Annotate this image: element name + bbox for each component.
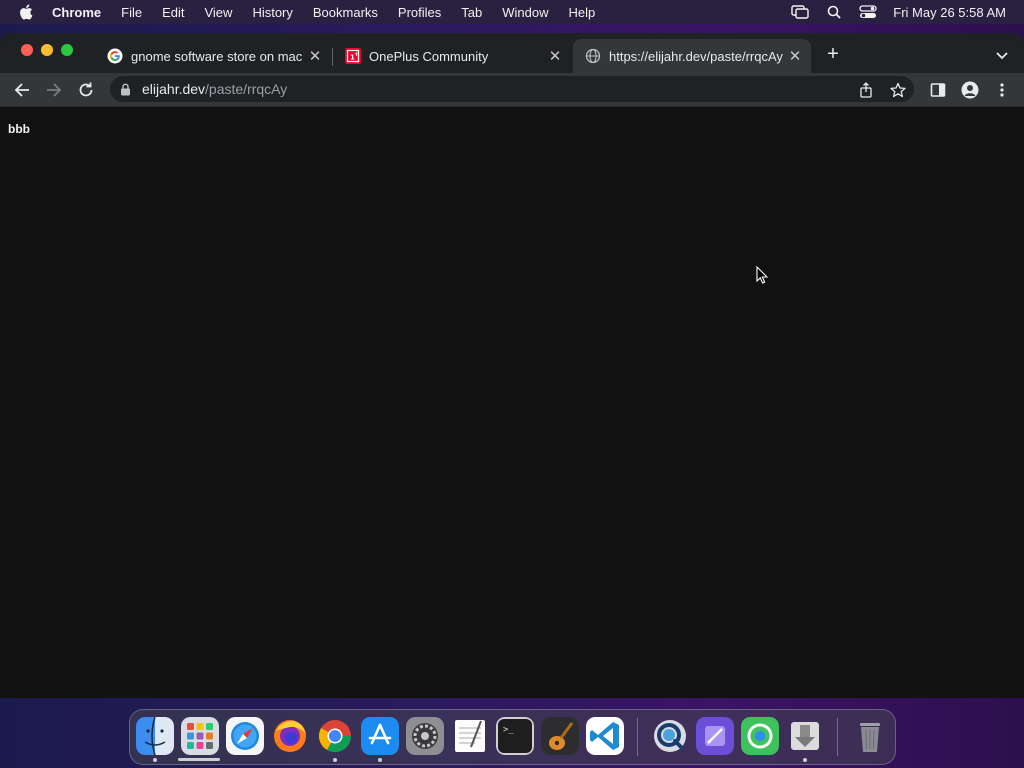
mouse-pointer-icon (756, 265, 769, 289)
tab-close-icon[interactable]: ✕ (305, 47, 325, 65)
menu-history[interactable]: History (242, 0, 302, 24)
tab-title: gnome software store on mac (131, 48, 303, 64)
firefox-icon[interactable] (271, 717, 309, 755)
screen-mirroring-icon[interactable] (783, 5, 817, 19)
tab-title: OnePlus Community (369, 48, 489, 64)
google-icon (107, 48, 123, 64)
dock-separator (637, 718, 638, 756)
tab-strip: gnome software store on mac ✕ 1 + OnePlus… (0, 33, 1024, 73)
tab-search-chevron-icon[interactable] (992, 45, 1012, 65)
browser-window: gnome software store on mac ✕ 1 + OnePlus… (0, 33, 1024, 698)
address-bar[interactable]: elijahr.dev/paste/rrqcAy (110, 76, 914, 102)
finder-icon[interactable] (136, 717, 174, 755)
browser-toolbar: elijahr.dev/paste/rrqcAy (0, 73, 1024, 107)
close-window-button[interactable] (21, 44, 33, 56)
menubar: Chrome File Edit View History Bookmarks … (0, 0, 1024, 24)
reload-icon[interactable] (75, 79, 97, 101)
apple-menu-icon[interactable] (0, 4, 52, 20)
svg-text:+: + (354, 51, 359, 58)
menu-app-name[interactable]: Chrome (52, 0, 111, 24)
quicktime-icon[interactable] (651, 717, 689, 755)
side-panel-icon[interactable] (927, 79, 949, 101)
forward-arrow-icon[interactable] (43, 79, 65, 101)
running-indicator-dot (803, 758, 807, 762)
installer-icon[interactable] (786, 717, 824, 755)
garageband-icon[interactable] (541, 717, 579, 755)
tab-close-icon[interactable]: ✕ (785, 47, 805, 65)
running-indicator-dot (378, 758, 382, 762)
textedit-icon[interactable] (451, 717, 489, 755)
launchpad-icon[interactable] (181, 717, 219, 755)
find-my-icon[interactable] (741, 717, 779, 755)
running-indicator-dot (333, 758, 337, 762)
svg-text:>_: >_ (503, 725, 514, 735)
share-icon[interactable] (855, 79, 877, 101)
menu-view[interactable]: View (194, 0, 242, 24)
menu-tab[interactable]: Tab (451, 0, 492, 24)
spotlight-search-icon[interactable] (817, 5, 851, 19)
menubar-clock[interactable]: Fri May 26 5:58 AM (885, 5, 1024, 20)
page-content: bbb (0, 107, 1024, 698)
tab-title: https://elijahr.dev/paste/rrqcAy (609, 48, 783, 64)
new-tab-plus-icon[interactable]: + (822, 43, 844, 65)
chrome-menu-kebab-icon[interactable] (991, 79, 1013, 101)
menu-profiles[interactable]: Profiles (388, 0, 451, 24)
back-arrow-icon[interactable] (11, 79, 33, 101)
lock-icon[interactable] (120, 83, 136, 96)
menu-file[interactable]: File (111, 0, 152, 24)
minimize-window-button[interactable] (41, 44, 53, 56)
url-host: elijahr.dev (142, 81, 206, 97)
url-path: /paste/rrqcAy (205, 81, 288, 97)
tab-elijahr-paste[interactable]: https://elijahr.dev/paste/rrqcAy ✕ (573, 39, 811, 73)
profile-avatar-icon[interactable] (959, 79, 981, 101)
app-store-icon[interactable] (361, 717, 399, 755)
system-preferences-icon[interactable] (406, 717, 444, 755)
menu-help[interactable]: Help (559, 0, 606, 24)
trash-icon[interactable] (851, 717, 889, 755)
dock-separator (837, 718, 838, 756)
tab-google-search[interactable]: gnome software store on mac ✕ (95, 39, 331, 73)
menu-edit[interactable]: Edit (152, 0, 194, 24)
chrome-icon[interactable] (316, 717, 354, 755)
safari-icon[interactable] (226, 717, 264, 755)
control-center-icon[interactable] (851, 5, 885, 19)
tab-oneplus-community[interactable]: 1 + OnePlus Community ✕ (333, 39, 571, 73)
paste-text: bbb (8, 122, 30, 136)
fullscreen-window-button[interactable] (61, 44, 73, 56)
globe-icon (585, 48, 601, 64)
dock-scroll-indicator (178, 758, 220, 761)
tab-close-icon[interactable]: ✕ (545, 47, 565, 65)
menu-bookmarks[interactable]: Bookmarks (303, 0, 388, 24)
oneplus-icon: 1 + (345, 48, 361, 64)
terminal-icon[interactable]: >_ (496, 717, 534, 755)
bookmark-star-icon[interactable] (887, 79, 909, 101)
running-indicator-dot (153, 758, 157, 762)
menu-window[interactable]: Window (492, 0, 558, 24)
xcode-icon[interactable] (696, 717, 734, 755)
vscode-icon[interactable] (586, 717, 624, 755)
dock: >_ (129, 709, 896, 765)
